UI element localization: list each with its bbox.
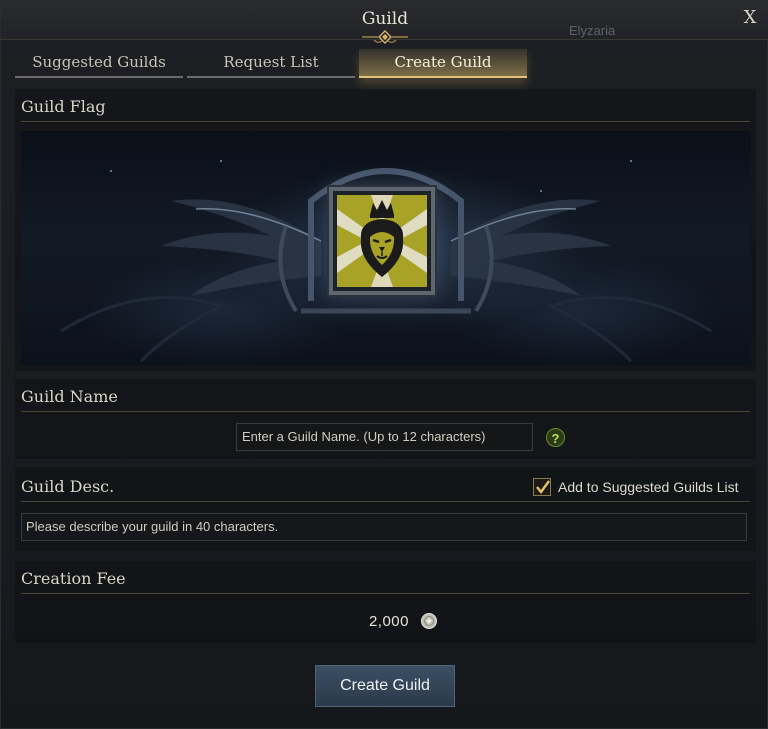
guild-desc-placeholder: Please describe your guild in 40 charact…	[26, 519, 279, 534]
guild-name-placeholder: Enter a Guild Name. (Up to 12 characters…	[242, 429, 486, 444]
creation-fee-title: Creation Fee	[21, 569, 126, 588]
tab-create-guild[interactable]: Create Guild	[359, 49, 527, 78]
guild-flag	[337, 195, 427, 287]
guild-flag-header: Guild Flag	[21, 91, 750, 122]
silver-coin-icon	[421, 613, 437, 629]
help-icon[interactable]: ?	[546, 428, 565, 447]
title-bar[interactable]: Guild Elyzaria X	[1, 1, 768, 44]
creation-fee-header: Creation Fee	[21, 563, 750, 594]
tab-suggested-guilds[interactable]: Suggested Guilds	[15, 49, 183, 78]
guild-name-input[interactable]: Enter a Guild Name. (Up to 12 characters…	[236, 423, 533, 451]
window-title: Guild	[361, 9, 409, 29]
creation-fee-amount: 2,000	[368, 613, 409, 630]
guild-desc-input[interactable]: Please describe your guild in 40 charact…	[21, 513, 747, 541]
guild-window: Guild Elyzaria X Suggested Guilds Reques…	[0, 0, 768, 729]
guild-name-title: Guild Name	[21, 387, 118, 406]
suggested-list-checkbox-label[interactable]: Add to Suggested Guilds List	[558, 479, 739, 495]
guild-desc-title: Guild Desc.	[21, 477, 115, 496]
background-player-name: Elyzaria	[569, 23, 616, 38]
guild-name-header: Guild Name	[21, 381, 750, 412]
checkmark-icon	[536, 480, 550, 494]
close-button[interactable]: X	[739, 7, 761, 29]
creation-fee-section: Creation Fee	[15, 561, 756, 643]
tab-request-list[interactable]: Request List	[187, 49, 355, 78]
crowned-lion-icon	[337, 195, 427, 287]
suggested-list-checkbox[interactable]	[533, 478, 551, 496]
guild-flag-title: Guild Flag	[21, 97, 106, 116]
title-ornament-icon	[362, 30, 408, 44]
create-guild-button[interactable]: Create Guild	[315, 665, 455, 707]
guild-flag-frame[interactable]	[329, 187, 435, 295]
flag-banner	[21, 131, 751, 365]
